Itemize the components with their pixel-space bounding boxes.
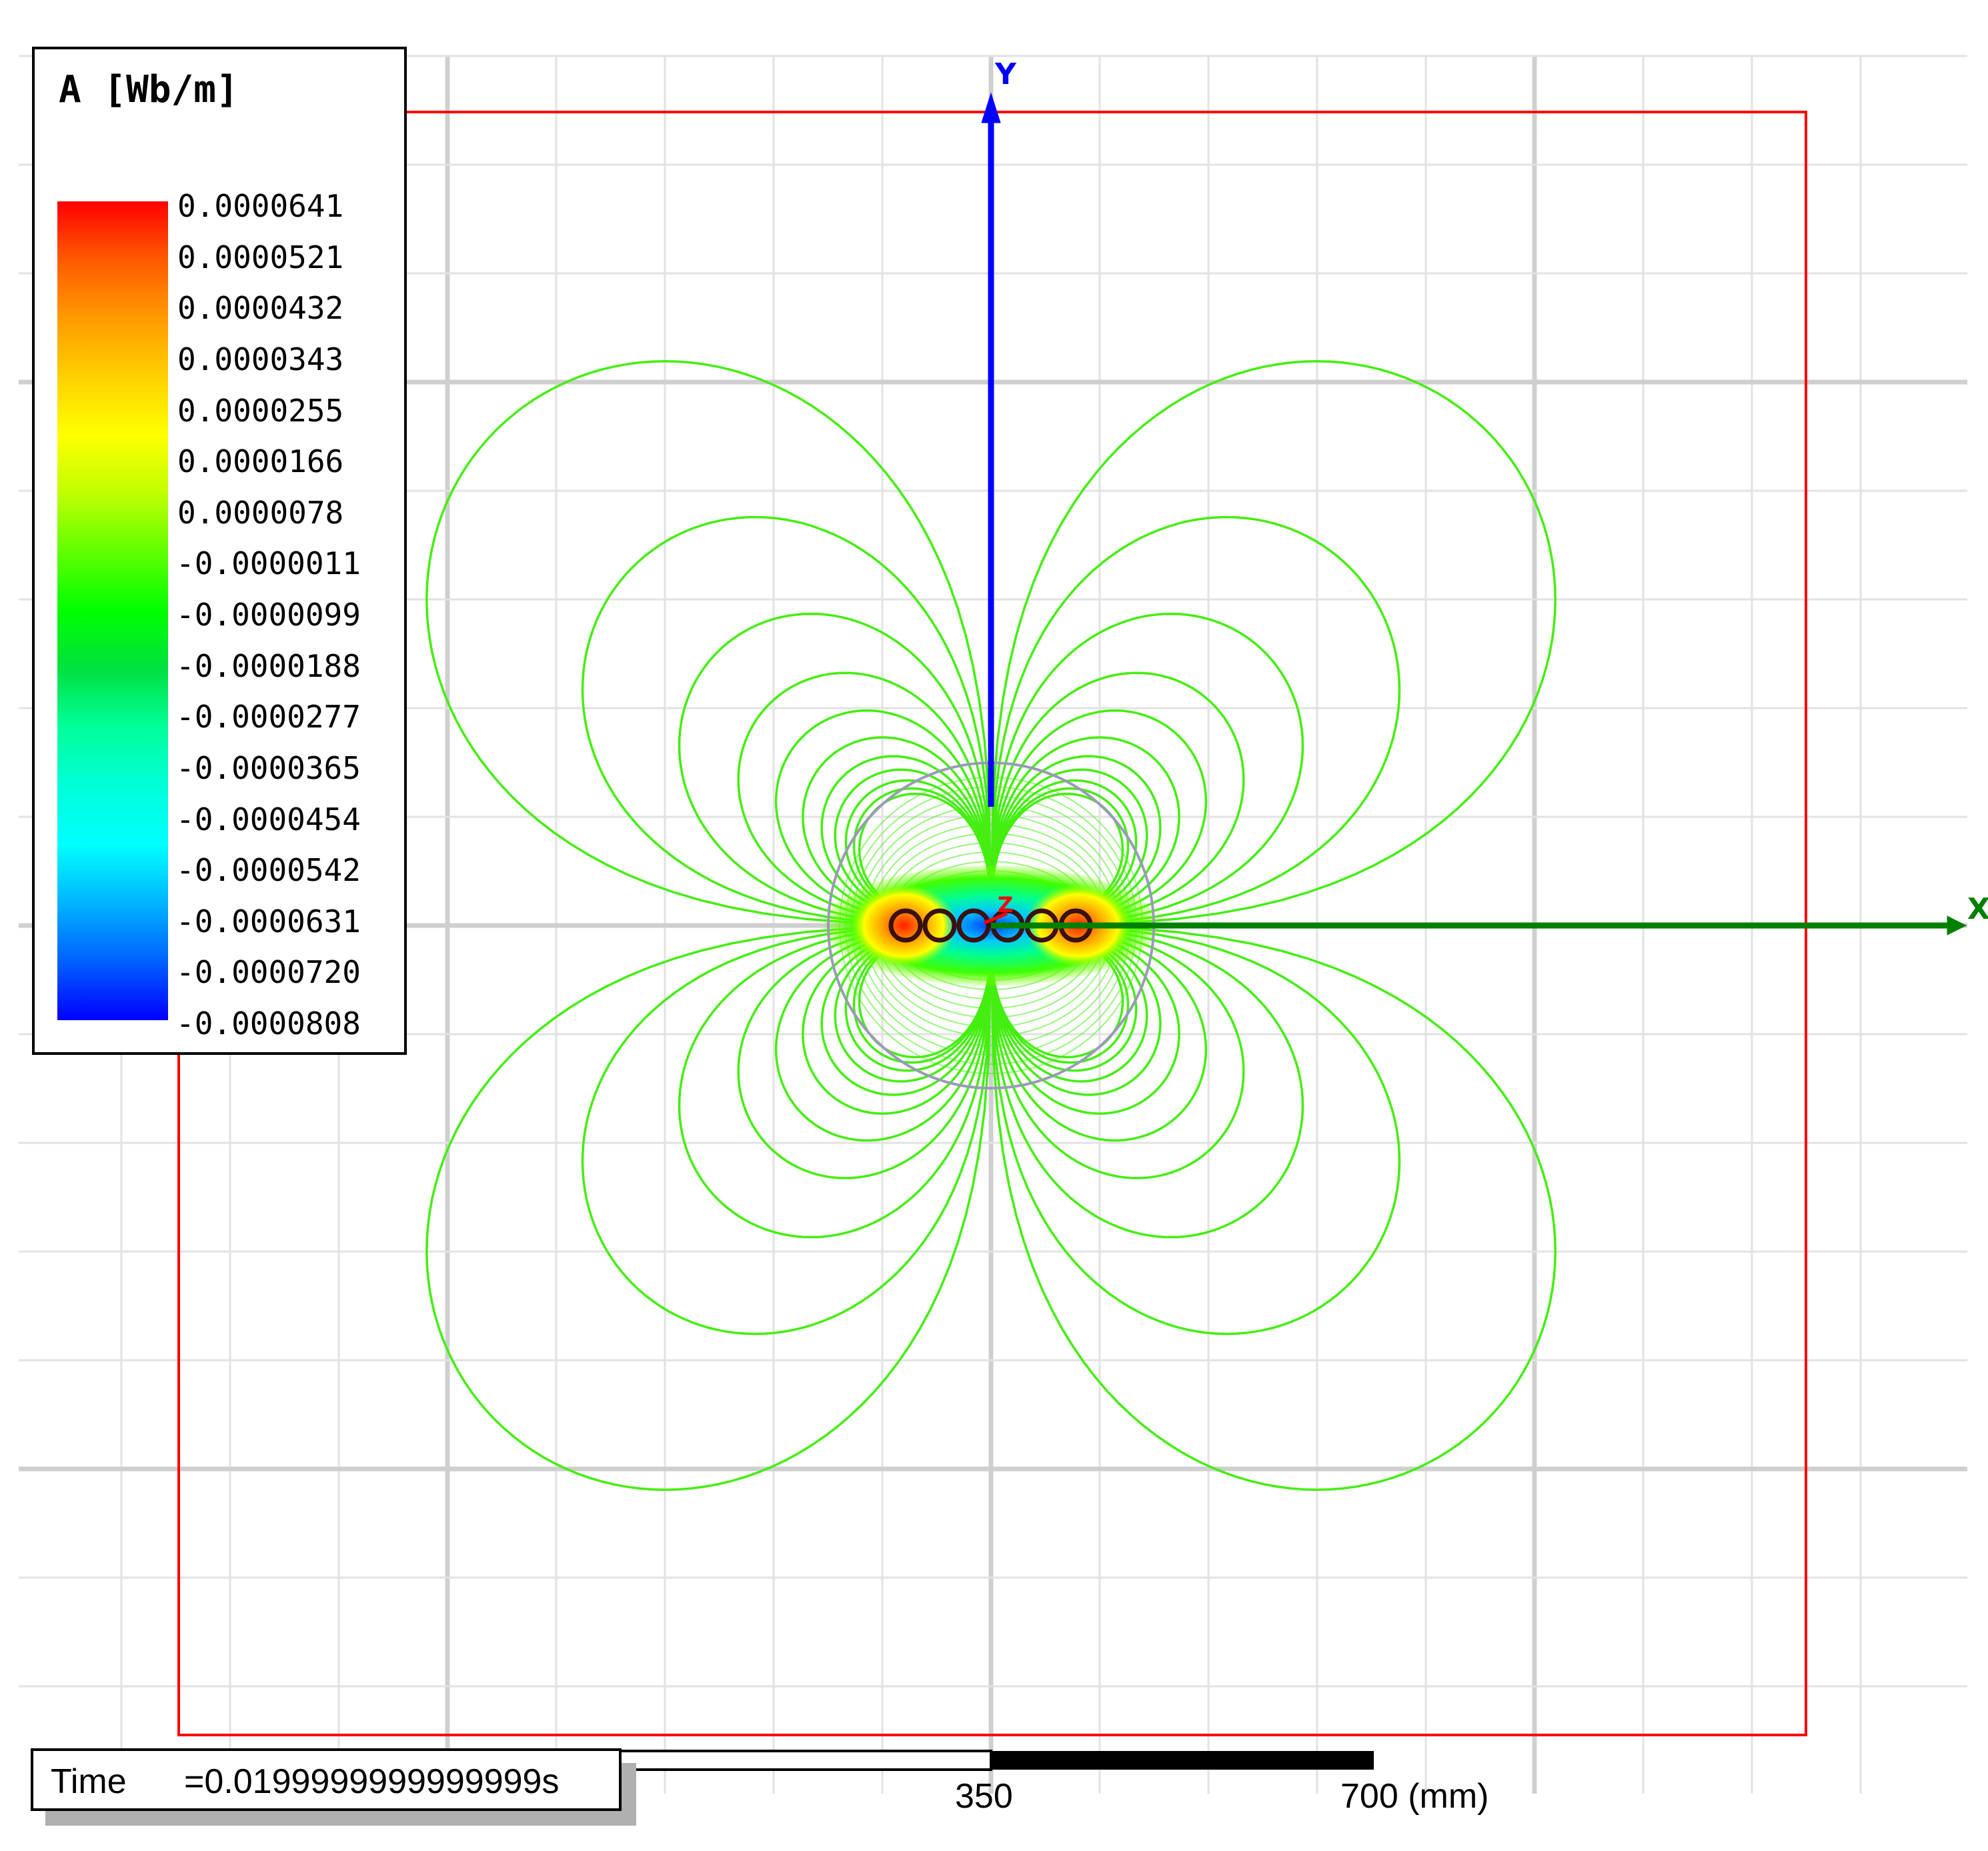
contour-line — [990, 360, 1557, 927]
scale-bar — [599, 1750, 1374, 1771]
legend-value-label: -0.0000011 — [176, 545, 361, 582]
contour-line — [581, 924, 992, 1336]
legend-value-label: 0.0000343 — [177, 341, 344, 377]
legend-value-label: 0.0000432 — [177, 290, 344, 327]
legend-value-label: -0.0000720 — [176, 954, 361, 991]
coil-field-left-end — [850, 884, 957, 967]
color-legend: A [Wb/m] 0.0000641 0.0000521 0.0000432 0.00… — [32, 47, 407, 1055]
legend-value-label: -0.0000808 — [176, 1006, 361, 1042]
z-axis-label: Z — [998, 892, 1013, 917]
time-readout: Time =0.0199999999999999s — [31, 1748, 622, 1811]
contour-line — [425, 924, 992, 1491]
legend-value-label: 0.0000166 — [177, 443, 344, 480]
legend-value-label: -0.0000631 — [176, 903, 361, 940]
legend-value-label: 0.0000521 — [177, 239, 344, 275]
contour-line — [990, 924, 1557, 1491]
legend-value-label: -0.0000188 — [176, 647, 361, 684]
scale-label-350: 350 — [955, 1777, 1013, 1816]
scale-bar-black-segment — [991, 1751, 1374, 1770]
legend-value-label: -0.0000099 — [176, 597, 361, 633]
legend-value-label: -0.0000542 — [176, 852, 361, 889]
legend-value-label: 0.0000255 — [177, 392, 344, 429]
legend-title: A [Wb/m] — [59, 68, 239, 111]
legend-value-label: -0.0000277 — [176, 699, 361, 735]
contour-line — [990, 515, 1401, 927]
y-axis: Y — [981, 57, 1017, 807]
x-axis-label: X — [1967, 892, 1988, 926]
scale-label-700: 700 (mm) — [1340, 1777, 1489, 1816]
contour-line — [990, 924, 1401, 1336]
scale-bar-white-segment — [599, 1750, 992, 1771]
legend-value-label: 0.0000078 — [177, 494, 344, 531]
legend-value-label: -0.0000454 — [176, 801, 361, 837]
time-label: Time — [51, 1762, 127, 1801]
legend-value-label: 0.0000641 — [177, 188, 344, 224]
contour-line — [425, 360, 992, 927]
time-value: =0.0199999999999999s — [184, 1762, 560, 1801]
legend-value-label: -0.0000365 — [176, 749, 361, 786]
legend-color-bar — [57, 201, 168, 1020]
contour-line — [581, 515, 992, 927]
y-axis-label: Y — [994, 57, 1017, 91]
